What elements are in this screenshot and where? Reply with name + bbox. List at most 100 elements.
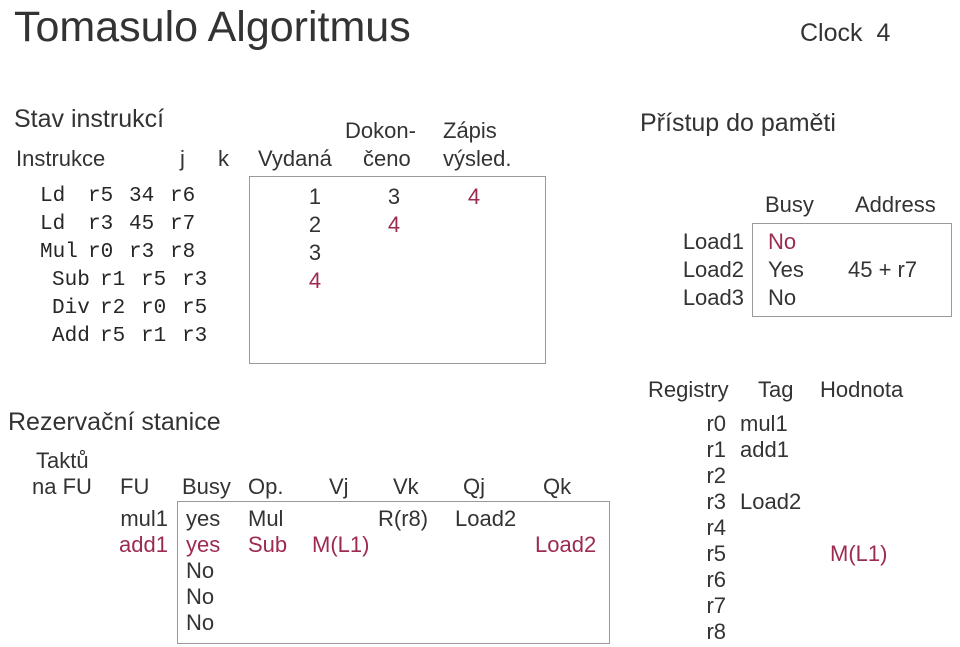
instruction-row: Ld r3 45 r7 — [40, 211, 220, 239]
rs-header-ticks-line2: na FU — [32, 474, 92, 499]
instruction-timing-row: 1 3 4 — [249, 183, 544, 211]
reservation-station-row: No — [0, 558, 620, 584]
clock-indicator: Clock 4 — [800, 18, 890, 48]
register-tag: Load2 — [740, 489, 802, 514]
reg-header-hodnota: Hodnota — [820, 377, 904, 402]
instruction-j: r1 — [141, 325, 167, 348]
instruction-dest: r5 — [100, 325, 126, 348]
load-buffer-busy: No — [768, 285, 797, 310]
rs-header-vj: Vj — [329, 474, 349, 499]
instruction-k: r3 — [182, 325, 208, 348]
instruction-opcode: Add — [52, 325, 90, 348]
register-row: r5 M(L1) — [640, 541, 960, 567]
instruction-dest: r0 — [88, 241, 114, 264]
load-buffer-address: 45 + r7 — [848, 257, 918, 282]
instr-header-completed-line2: čeno — [363, 146, 411, 171]
write-result-cycle: 4 — [467, 184, 481, 209]
register-name: r4 — [706, 515, 726, 540]
load-buffer-busy: No — [768, 229, 797, 254]
rs-vk: R(r8) — [378, 506, 429, 531]
rs-busy: No — [186, 558, 215, 583]
register-name: r8 — [706, 619, 726, 644]
instruction-opcode: Div — [52, 297, 90, 320]
instr-header-completed-line1: Dokon- — [345, 118, 416, 143]
instruction-j: 34 — [129, 185, 155, 208]
instruction-timing-row — [249, 295, 544, 323]
instruction-j: r5 — [141, 269, 167, 292]
register-row: r8 — [640, 619, 960, 645]
instruction-j: r0 — [141, 297, 167, 320]
load-buffer-row: Load1 No — [672, 228, 952, 256]
rs-busy: No — [186, 584, 215, 609]
instruction-opcode: Sub — [52, 269, 90, 292]
instruction-j: 45 — [129, 213, 155, 236]
reservation-stations-rows: mul1 yes Mul R(r8) Load2 add1 yes Sub M(L1) Load2… — [0, 506, 620, 636]
register-name: r0 — [706, 411, 726, 436]
instr-header-issued: Vydaná — [258, 146, 332, 171]
instruction-timing-row — [249, 323, 544, 351]
reservation-stations-heading: Rezervační stanice — [8, 408, 221, 436]
register-tag: add1 — [740, 437, 789, 462]
instruction-opcode: Ld — [40, 185, 66, 208]
instruction-opcode: Ld — [40, 213, 66, 236]
issue-cycle: 2 — [308, 212, 322, 237]
instruction-k: r7 — [170, 213, 196, 236]
instr-header-write-line2: výsled. — [443, 146, 512, 171]
load-buffer-busy: Yes — [768, 257, 804, 282]
instruction-dest: r1 — [100, 269, 126, 292]
instruction-j: r3 — [129, 241, 155, 264]
instruction-k: r5 — [182, 297, 208, 320]
instruction-dest: r3 — [88, 213, 114, 236]
instruction-dest: r2 — [100, 297, 126, 320]
rs-busy: yes — [186, 532, 221, 557]
load-buffer-row: Load2 Yes 45 + r7 — [672, 256, 952, 284]
page-title: Tomasulo Algoritmus — [14, 3, 411, 51]
instruction-row: Mul r0 r3 r8 — [40, 239, 220, 267]
rs-qj: Load2 — [455, 506, 517, 531]
rs-header-vk: Vk — [393, 474, 419, 499]
reservation-station-row: No — [0, 610, 620, 636]
reservation-station-row: mul1 yes Mul R(r8) Load2 — [0, 506, 620, 532]
rs-header-ticks-line1: Taktů — [36, 448, 89, 473]
instruction-status-heading: Stav instrukcí — [14, 105, 165, 133]
clock-value: 4 — [876, 19, 891, 47]
instruction-k: r8 — [170, 241, 196, 264]
instruction-row: Add r5 r1 r3 — [40, 323, 220, 351]
rs-op: Sub — [248, 532, 288, 557]
issue-cycle: 3 — [308, 240, 322, 265]
register-name: r2 — [706, 463, 726, 488]
register-row: r7 — [640, 593, 960, 619]
mem-header-busy: Busy — [765, 192, 814, 217]
register-name: r5 — [706, 541, 726, 566]
register-status-rows: r0 mul1 r1 add1 r2 r3 Load2 r4 r5 M(L1) r6 r7 r8 — [640, 411, 960, 645]
instr-header-j: j — [180, 146, 185, 171]
instruction-timing-row: 3 — [249, 239, 544, 267]
rs-fu-name: mul1 — [120, 506, 168, 531]
instr-header-k: k — [218, 146, 229, 171]
instruction-row: Sub r1 r5 r3 — [40, 267, 220, 295]
reg-header-tag: Tag — [758, 377, 794, 402]
mem-header-address: Address — [855, 192, 936, 217]
execute-complete-cycle: 4 — [387, 212, 401, 237]
register-row: r4 — [640, 515, 960, 541]
instruction-row: Div r2 r0 r5 — [40, 295, 220, 323]
rs-vj: M(L1) — [312, 532, 370, 557]
reg-header-registry: Registry — [648, 377, 729, 402]
register-name: r1 — [706, 437, 726, 462]
instr-header-instruction: Instrukce — [16, 146, 106, 171]
memory-access-heading: Přístup do paměti — [640, 109, 836, 137]
rs-header-qj: Qj — [463, 474, 485, 499]
rs-header-qk: Qk — [543, 474, 572, 499]
instruction-opcode: Mul — [40, 241, 78, 264]
issue-cycle: 4 — [308, 268, 322, 293]
execute-complete-cycle: 3 — [387, 184, 401, 209]
rs-fu-name: add1 — [119, 532, 168, 557]
register-value: M(L1) — [830, 541, 888, 566]
load-buffer-name: Load3 — [682, 285, 744, 310]
instruction-k: r3 — [182, 269, 208, 292]
load-buffer-name: Load2 — [682, 257, 744, 282]
register-row: r1 add1 — [640, 437, 960, 463]
instruction-k: r6 — [170, 185, 196, 208]
register-name: r3 — [706, 489, 726, 514]
instruction-timing-table: 1342434 — [249, 183, 544, 351]
